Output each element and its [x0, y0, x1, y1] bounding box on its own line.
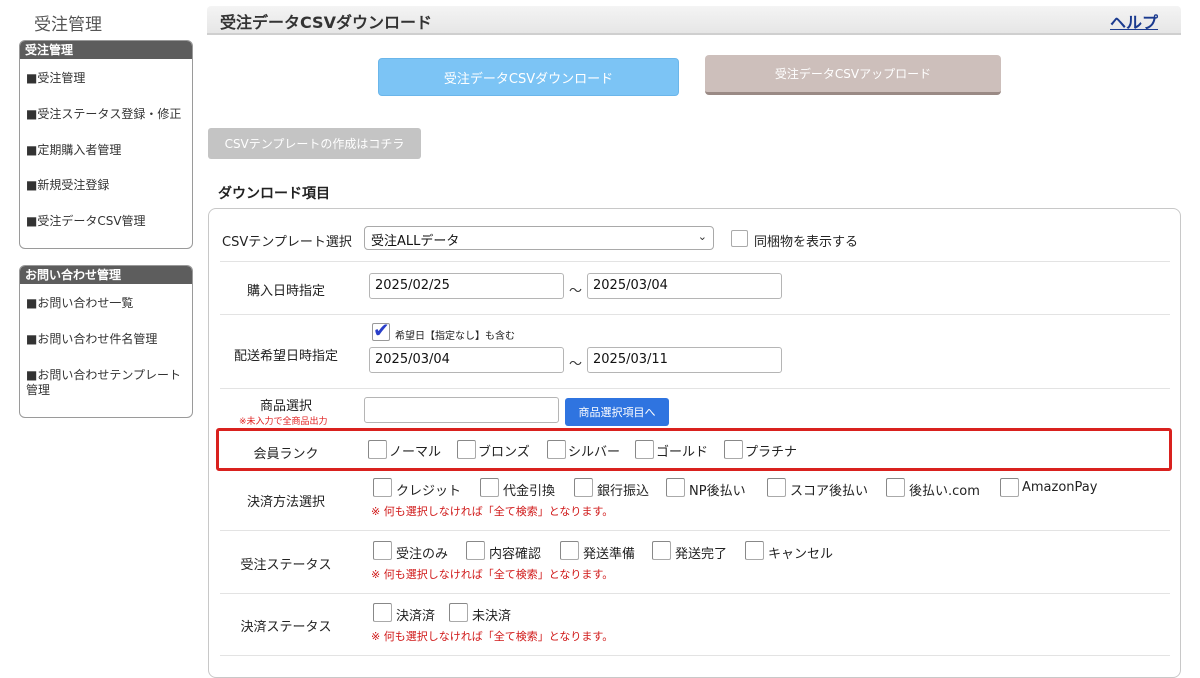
date-range-separator: ～	[569, 284, 583, 299]
order-status-checkbox[interactable]	[652, 541, 671, 560]
member-rank-checkbox[interactable]	[457, 440, 476, 459]
csv-upload-tab-button[interactable]: 受注データCSVアップロード	[705, 55, 1001, 95]
payment-status-label: 決済ステータス	[240, 620, 332, 635]
product-select-button[interactable]: 商品選択項目へ	[565, 398, 669, 426]
payment-method-label: 決済方法選択	[246, 495, 325, 510]
sidebar-item-orders[interactable]: ■受注管理	[20, 71, 91, 86]
member-rank-option: ゴールド	[656, 445, 709, 460]
sidebar-title: 受注管理	[34, 15, 102, 35]
order-status-option: 内容確認	[489, 547, 542, 562]
create-template-button[interactable]: CSVテンプレートの作成はコチラ	[208, 128, 421, 159]
order-status-checkbox[interactable]	[373, 541, 392, 560]
purchase-date-to-input[interactable]: 2025/03/04	[587, 273, 782, 299]
member-rank-label: 会員ランク	[253, 447, 319, 462]
csv-download-tab-button[interactable]: 受注データCSVダウンロード	[378, 58, 679, 96]
payment-method-checkbox[interactable]	[767, 478, 786, 497]
product-select-label: 商品選択	[259, 399, 312, 414]
payment-method-note: ※ 何も選択しなければ「全て検索」となります。	[371, 505, 614, 518]
order-status-checkbox[interactable]	[745, 541, 764, 560]
template-select[interactable]: 受注ALLデータ ⌄	[364, 226, 714, 250]
payment-method-option: クレジット	[396, 484, 462, 499]
delivery-date-from-input[interactable]: 2025/03/04	[369, 347, 564, 373]
order-status-option: 発送完了	[675, 547, 728, 562]
page-title: 受注データCSVダウンロード	[220, 13, 432, 32]
payment-status-option: 決済済	[396, 609, 436, 624]
help-link[interactable]: ヘルプ	[1110, 9, 1158, 33]
sidebar-group-header: お問い合わせ管理	[20, 266, 192, 284]
payment-method-option: NP後払い	[689, 484, 746, 499]
sidebar-group-inquiries: お問い合わせ管理 ■お問い合わせ一覧 ■お問い合わせ件名管理 ■お問い合わせテン…	[19, 265, 193, 418]
payment-status-option: 未決済	[472, 609, 512, 624]
payment-method-checkbox[interactable]	[373, 478, 392, 497]
row-divider	[220, 314, 1170, 315]
member-rank-checkbox[interactable]	[368, 440, 387, 459]
member-rank-option: ノーマル	[389, 445, 442, 460]
order-status-checkbox[interactable]	[466, 541, 485, 560]
payment-status-checkbox[interactable]	[449, 603, 468, 622]
member-rank-checkbox[interactable]	[547, 440, 566, 459]
sidebar-group-orders: 受注管理 ■受注管理 ■受注ステータス登録・修正 ■定期購入者管理 ■新規受注登…	[19, 40, 193, 249]
sidebar-item-subscribers[interactable]: ■定期購入者管理	[20, 143, 127, 158]
order-status-checkbox[interactable]	[560, 541, 579, 560]
chevron-down-icon: ⌄	[697, 230, 707, 243]
template-select-value: 受注ALLデータ	[371, 234, 460, 249]
sidebar-item-csv[interactable]: ■受注データCSV管理	[20, 214, 152, 229]
payment-method-option: 銀行振込	[597, 484, 650, 499]
member-rank-option: ブロンズ	[478, 445, 530, 460]
sidebar-item-inquiry-subjects[interactable]: ■お問い合わせ件名管理	[20, 332, 163, 347]
include-unspecified-checkbox[interactable]: ✔	[372, 318, 390, 342]
delivery-date-to-input[interactable]: 2025/03/11	[587, 347, 782, 373]
member-rank-checkbox[interactable]	[724, 440, 743, 459]
payment-method-checkbox[interactable]	[1000, 478, 1019, 497]
payment-method-checkbox[interactable]	[574, 478, 593, 497]
payment-status-note: ※ 何も選択しなければ「全て検索」となります。	[371, 630, 614, 643]
order-status-option: キャンセル	[768, 547, 834, 562]
delivery-date-label: 配送希望日時指定	[233, 349, 338, 364]
purchase-date-from-input[interactable]: 2025/02/25	[369, 273, 564, 299]
row-divider	[220, 655, 1170, 656]
sidebar-item-new-order[interactable]: ■新規受注登録	[20, 178, 115, 193]
sidebar-item-inquiry-templates[interactable]: ■お問い合わせテンプレート管理	[20, 368, 192, 398]
payment-method-checkbox[interactable]	[886, 478, 905, 497]
date-range-separator: ～	[569, 357, 583, 372]
sidebar-item-order-status[interactable]: ■受注ステータス登録・修正	[20, 107, 187, 122]
template-select-label: CSVテンプレート選択	[222, 235, 352, 250]
member-rank-option: プラチナ	[745, 445, 798, 460]
order-status-option: 発送準備	[583, 547, 636, 562]
sidebar-item-inquiry-list[interactable]: ■お問い合わせ一覧	[20, 296, 139, 311]
member-rank-checkbox[interactable]	[635, 440, 654, 459]
payment-method-option: AmazonPay	[1022, 480, 1098, 495]
purchase-date-label: 購入日時指定	[246, 284, 325, 299]
checkmark-icon: ✔	[373, 318, 390, 342]
include-unspecified-label: 希望日【指定なし】も含む	[395, 331, 515, 342]
sidebar-group-header: 受注管理	[20, 41, 192, 59]
bundle-checkbox[interactable]	[731, 230, 748, 247]
bundle-checkbox-label: 同梱物を表示する	[754, 235, 859, 250]
member-rank-option: シルバー	[568, 445, 621, 460]
product-select-note: ※未入力で全商品出力	[239, 417, 328, 427]
payment-status-checkbox[interactable]	[373, 603, 392, 622]
payment-method-option: 後払い.com	[909, 484, 980, 499]
payment-method-option: 代金引換	[503, 484, 556, 499]
product-input[interactable]	[364, 397, 559, 423]
payment-method-option: スコア後払い	[790, 484, 869, 499]
row-divider	[220, 530, 1170, 531]
order-status-note: ※ 何も選択しなければ「全て検索」となります。	[371, 568, 614, 581]
order-status-label: 受注ステータス	[240, 558, 332, 573]
payment-method-checkbox[interactable]	[480, 478, 499, 497]
row-divider	[220, 261, 1170, 262]
order-status-option: 受注のみ	[396, 547, 449, 562]
row-divider	[220, 593, 1170, 594]
section-title: ダウンロード項目	[218, 186, 330, 202]
payment-method-checkbox[interactable]	[666, 478, 685, 497]
row-divider	[220, 388, 1170, 389]
